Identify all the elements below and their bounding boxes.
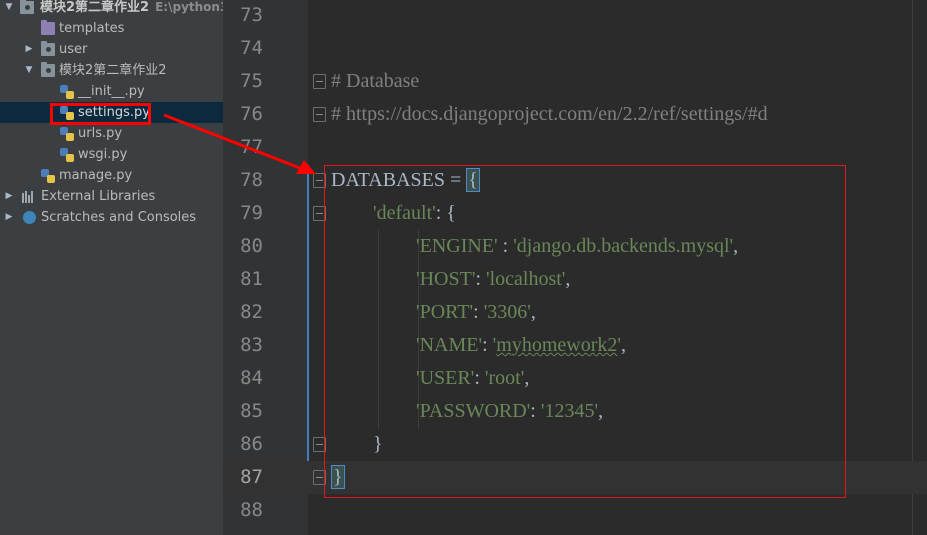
annotation-arrow <box>163 113 316 174</box>
arrow-shaft <box>163 113 306 172</box>
